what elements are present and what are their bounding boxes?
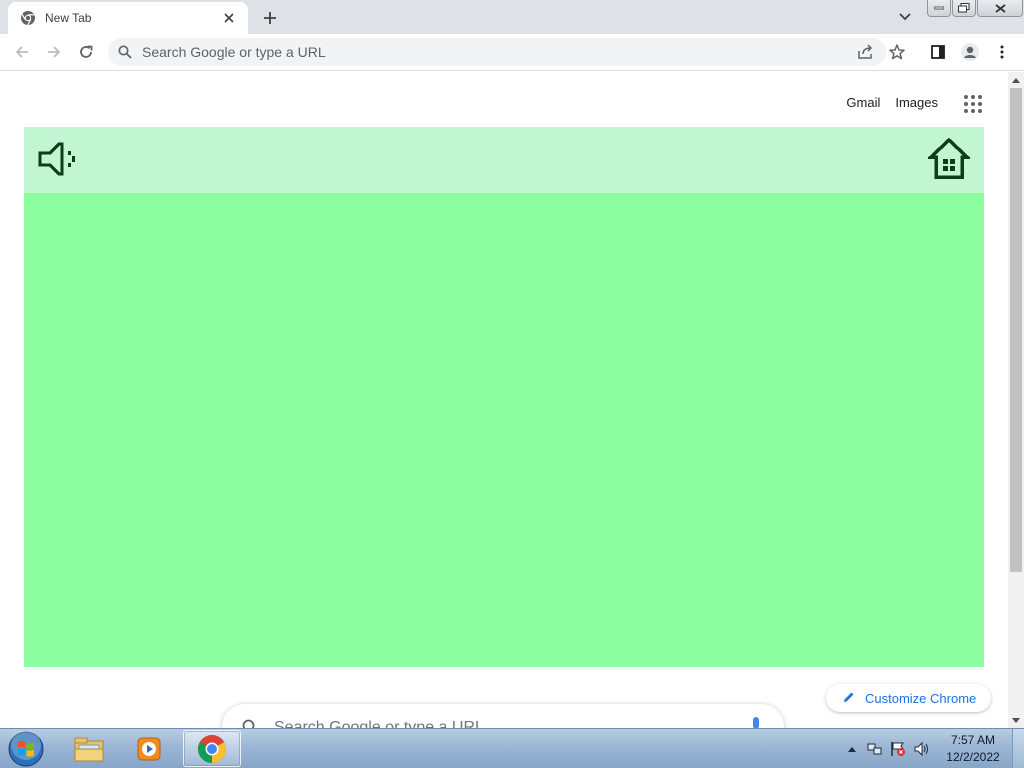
back-arrow-icon[interactable]	[10, 40, 34, 64]
top-links: Gmail Images	[846, 95, 938, 110]
network-icon[interactable]	[867, 741, 883, 757]
new-tab-page: Gmail Images Customize Chrome Search Goo…	[0, 72, 1008, 728]
ntp-search-box[interactable]	[222, 704, 784, 728]
gmail-link[interactable]: Gmail	[846, 95, 880, 110]
forward-arrow-icon[interactable]	[42, 40, 66, 64]
images-link[interactable]: Images	[895, 95, 938, 110]
restore-icon[interactable]	[952, 0, 976, 17]
pencil-icon	[842, 690, 865, 707]
browser-toolbar	[0, 34, 1024, 71]
address-bar[interactable]	[108, 38, 905, 66]
google-apps-icon[interactable]	[962, 93, 982, 113]
bookmark-star-icon[interactable]	[888, 43, 906, 61]
tab-title: New Tab	[45, 11, 92, 25]
window-controls	[927, 0, 1023, 18]
chevron-down-icon[interactable]	[894, 6, 916, 28]
home-icon[interactable]	[926, 137, 972, 181]
scrollbar-thumb[interactable]	[1010, 88, 1022, 572]
profile-avatar-icon[interactable]	[958, 40, 982, 64]
new-tab-plus-icon[interactable]	[258, 6, 282, 30]
search-icon	[242, 719, 258, 728]
page-scrollbar[interactable]	[1008, 72, 1024, 728]
customize-chrome-button[interactable]: Customize Chrome	[826, 684, 991, 712]
show-desktop-button[interactable]	[1012, 729, 1024, 768]
volume-icon[interactable]	[913, 741, 929, 757]
game-area[interactable]	[24, 127, 984, 667]
minimize-icon[interactable]	[927, 0, 951, 17]
side-panel-icon[interactable]	[926, 40, 950, 64]
tab-new-tab[interactable]: New Tab	[8, 2, 248, 34]
taskbar: 7:57 AM 12/2/2022	[0, 728, 1024, 768]
chrome-taskbar-icon[interactable]	[183, 730, 241, 767]
scroll-up-arrow-icon[interactable]	[1008, 72, 1024, 88]
game-top-bar	[24, 127, 984, 193]
clock-date: 12/2/2022	[946, 750, 1000, 764]
file-explorer-icon[interactable]	[60, 730, 118, 767]
window-close-icon[interactable]	[977, 0, 1023, 17]
address-input[interactable]	[142, 38, 832, 66]
ntp-search-input[interactable]	[274, 718, 714, 728]
clock-time: 7:57 AM	[950, 733, 996, 747]
menu-kebab-icon[interactable]	[990, 40, 1014, 64]
scroll-down-arrow-icon[interactable]	[1008, 712, 1024, 728]
tab-strip: New Tab	[0, 0, 1024, 34]
speaker-icon[interactable]	[37, 139, 81, 179]
chrome-icon	[20, 10, 36, 26]
media-player-icon[interactable]	[120, 730, 178, 767]
microphone-icon[interactable]	[750, 717, 762, 728]
reload-icon[interactable]	[74, 40, 98, 64]
action-center-flag-icon[interactable]	[890, 741, 906, 757]
start-button-icon[interactable]	[6, 731, 46, 767]
customize-chrome-label: Customize Chrome	[865, 690, 977, 706]
share-icon[interactable]	[856, 43, 874, 61]
show-hidden-icons-arrow-icon[interactable]	[844, 741, 860, 757]
close-tab-icon[interactable]	[220, 9, 238, 27]
search-icon	[118, 45, 132, 59]
taskbar-clock[interactable]: 7:57 AM 12/2/2022	[940, 732, 1006, 766]
system-tray	[844, 729, 929, 768]
